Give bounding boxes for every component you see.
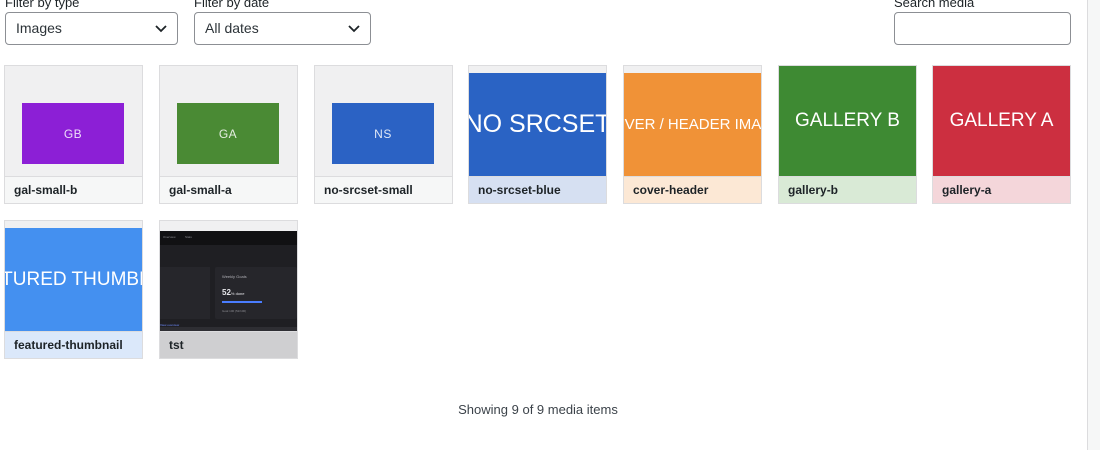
screenshot-progress-bar xyxy=(222,301,262,303)
screenshot-card-title: Weekly Goals xyxy=(222,274,247,279)
screenshot-card-note: Goal 100 (52/100) xyxy=(222,309,247,313)
media-thumbnail: GALLERY B xyxy=(779,66,916,176)
filter-type-value: Images xyxy=(16,20,62,36)
media-caption: no-srcset-small xyxy=(315,176,452,203)
search-media-input[interactable] xyxy=(894,12,1071,45)
filter-date-label: Filter by date xyxy=(194,0,270,10)
media-thumbnail: NS xyxy=(315,66,452,176)
media-item-cover-header[interactable]: COVER / HEADER IMAGE cover-header xyxy=(623,65,762,204)
media-thumbnail: Overview Stats Weekly Goals 52% done Goa… xyxy=(160,221,297,331)
media-caption: cover-header xyxy=(624,176,761,203)
filter-type-label: Filter by type xyxy=(5,0,80,10)
thumbnail-text: NS xyxy=(332,103,434,164)
thumbnail-text: GALLERY B xyxy=(779,66,916,176)
media-count-status: Showing 9 of 9 media items xyxy=(458,402,618,417)
media-caption: no-srcset-blue xyxy=(469,176,606,203)
media-caption: gallery-b xyxy=(779,176,916,203)
screenshot-topbar: Overview Stats xyxy=(160,231,297,245)
thumbnail-text: GA xyxy=(177,103,279,164)
media-item-gal-small-a[interactable]: GA gal-small-a xyxy=(159,65,298,204)
media-caption: gal-small-a xyxy=(160,176,297,203)
media-caption: tst xyxy=(160,331,297,358)
thumbnail-text: GB xyxy=(22,103,124,164)
thumbnail-text: COVER / HEADER IMAGE xyxy=(624,73,761,176)
media-thumbnail: COVER / HEADER IMAGE xyxy=(624,66,761,176)
filter-type-select[interactable]: Images xyxy=(5,12,178,45)
media-item-gallery-a[interactable]: GALLERY A gallery-a xyxy=(932,65,1071,204)
screenshot-tab-1: Overview xyxy=(163,235,176,239)
screenshot-thumbnail: Overview Stats Weekly Goals 52% done Goa… xyxy=(160,231,297,331)
screenshot-tab-2: Stats xyxy=(185,235,192,239)
filter-date-select[interactable]: All dates xyxy=(194,12,371,45)
media-thumbnail: GALLERY A xyxy=(933,66,1070,176)
search-media-label: Search media xyxy=(894,0,975,10)
screenshot-card-value: 52% done xyxy=(222,288,245,297)
chevron-down-icon xyxy=(348,13,360,44)
media-item-tst[interactable]: Overview Stats Weekly Goals 52% done Goa… xyxy=(159,220,298,359)
thumbnail-text: GALLERY A xyxy=(933,66,1070,176)
media-caption: gal-small-b xyxy=(5,176,142,203)
media-item-no-srcset-small[interactable]: NS no-srcset-small xyxy=(314,65,453,204)
media-thumbnail: GB xyxy=(5,66,142,176)
media-item-gallery-b[interactable]: GALLERY B gallery-b xyxy=(778,65,917,204)
media-item-gal-small-b[interactable]: GB gal-small-b xyxy=(4,65,143,204)
screenshot-panel xyxy=(160,267,210,319)
chevron-down-icon xyxy=(155,13,167,44)
filter-date-value: All dates xyxy=(205,20,259,36)
media-thumbnail: FEATURED THUMBNAIL xyxy=(5,221,142,331)
media-item-featured-thumbnail[interactable]: FEATURED THUMBNAIL featured-thumbnail xyxy=(4,220,143,359)
media-thumbnail: NO SRCSET xyxy=(469,66,606,176)
media-caption: featured-thumbnail xyxy=(5,331,142,358)
media-caption: gallery-a xyxy=(933,176,1070,203)
thumbnail-text: NO SRCSET xyxy=(469,73,606,176)
media-item-no-srcset-blue[interactable]: NO SRCSET no-srcset-blue xyxy=(468,65,607,204)
media-thumbnail: GA xyxy=(160,66,297,176)
right-scroll-rail xyxy=(1087,0,1100,450)
thumbnail-text: FEATURED THUMBNAIL xyxy=(5,228,142,331)
